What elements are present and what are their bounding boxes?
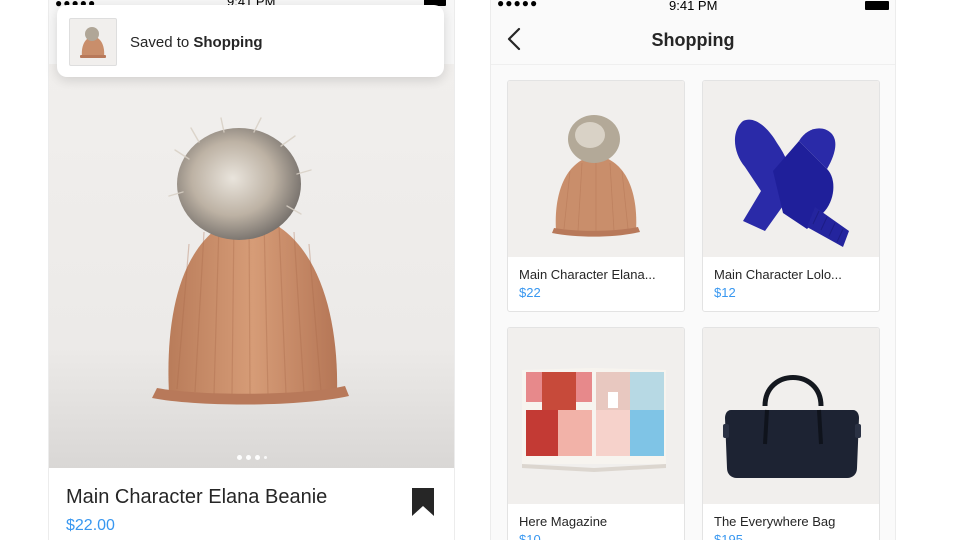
card-name: The Everywhere Bag (714, 514, 836, 529)
card-image (508, 81, 684, 257)
card-price: $22 (519, 285, 541, 300)
magazine-image (522, 368, 666, 472)
collection-header: Shopping (491, 14, 895, 65)
bag-image (723, 375, 861, 478)
collection-title: Shopping (651, 30, 735, 50)
product-card[interactable]: Main Character Lolo... $12 (702, 80, 880, 312)
signal-indicator: ●●●●● (497, 0, 539, 10)
card-price: $195 (714, 532, 743, 540)
card-image (703, 81, 879, 257)
beanie-image (552, 115, 640, 237)
product-card[interactable]: Here Magazine $10 (507, 327, 685, 540)
beanie-image (152, 117, 349, 405)
pager-dot (236, 455, 242, 460)
toast-message: Saved to Shopping (130, 34, 263, 51)
pager-dot (254, 455, 260, 460)
pager-dot (263, 456, 267, 459)
card-name: Main Character Elana... (519, 267, 656, 282)
product-card[interactable]: The Everywhere Bag $195 (702, 327, 880, 540)
product-info-panel: Main Character Elana Beanie $22.00 (49, 468, 454, 540)
card-price: $10 (519, 532, 541, 540)
card-name: Main Character Lolo... (714, 267, 842, 282)
status-bar: ●●●●● 9:41 PM (491, 0, 895, 14)
toast-thumbnail (69, 18, 117, 66)
image-pager[interactable] (49, 447, 454, 465)
collection-screen: ●●●●● 9:41 PM Shopping Main Character El… (490, 0, 896, 540)
card-image (703, 328, 879, 504)
product-name: Main Character Elana Beanie (66, 486, 328, 508)
card-image (508, 328, 684, 504)
status-time: 9:41 PM (669, 0, 718, 13)
card-name: Here Magazine (519, 514, 608, 529)
product-card[interactable]: Main Character Elana... $22 (507, 80, 685, 312)
mittens-image (734, 119, 849, 247)
product-image[interactable] (49, 64, 454, 468)
beanie-thumbnail-icon (80, 27, 106, 58)
pager-dot (245, 455, 251, 460)
card-price: $12 (714, 285, 736, 300)
toast-prefix: Saved to (130, 34, 190, 51)
bookmark-icon[interactable] (412, 488, 434, 516)
saved-toast[interactable]: Saved to Shopping (57, 5, 444, 77)
toast-collection-link[interactable]: Shopping (193, 34, 262, 51)
product-price: $22.00 (66, 517, 115, 534)
battery-icon (865, 1, 889, 10)
product-detail-screen: ●●●●● 9:41 PM ‹ ··· (48, 0, 455, 540)
